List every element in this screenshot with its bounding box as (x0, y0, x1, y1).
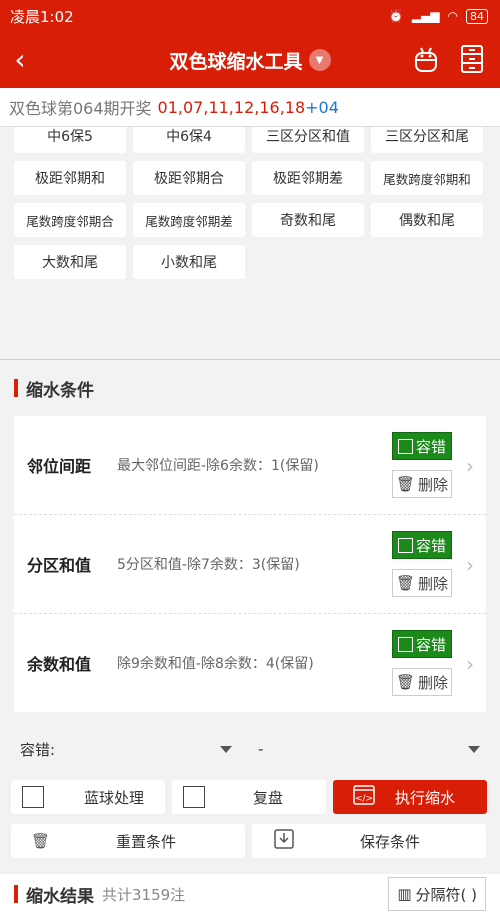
checkbox-icon (22, 786, 44, 808)
condition-desc: 最大邻位间距-除6余数：1(保留) (117, 458, 319, 474)
tolerance-toggle[interactable]: 容错 (392, 432, 452, 460)
condition-desc: 5分区和值-除7余数：3(保留) (117, 557, 300, 573)
filter-grid: 中6保5 中6保4 三区分区和值 三区分区和尾 极距邻期和 极距邻期合 极距邻期… (14, 127, 483, 279)
reset-label: 重置条件 (116, 832, 177, 851)
delete-label: 删除 (418, 574, 449, 593)
status-bar: 凌晨1:02 ⏰ ▂▄▆ ◠ 84 (0, 0, 500, 32)
reset-button[interactable]: 🗑 重置条件 (11, 824, 245, 858)
condition-row[interactable]: 邻位间距 最大邻位间距-除6余数：1(保留) 容错 🗑 删除 › (14, 416, 486, 515)
alarm-icon: ⏰ (388, 9, 404, 23)
filter-chip[interactable]: 中6保4 (133, 127, 245, 153)
filter-grid-area: 中6保5 中6保4 三区分区和值 三区分区和尾 极距邻期和 极距邻期合 极距邻期… (0, 127, 500, 317)
condition-name: 余数和值 (27, 655, 92, 674)
reorder-label: 复盘 (253, 788, 284, 807)
delete-label: 删除 (418, 673, 449, 692)
filter-chip[interactable]: 三区分区和尾 (371, 127, 483, 153)
caret-down-icon (468, 745, 480, 753)
status-icons: ⏰ ▂▄▆ ◠ 84 (388, 8, 488, 24)
result-title: 缩水结果 (26, 886, 94, 907)
delete-button[interactable]: 🗑 删除 (392, 470, 452, 498)
trash-icon: 🗑 (395, 574, 416, 592)
execute-label: 执行缩水 (395, 788, 456, 807)
checkbox-icon (397, 636, 413, 652)
tolerance-row: 容错: - (0, 724, 500, 774)
tolerance-label: 容错 (415, 635, 446, 654)
chevron-right-icon: › (466, 553, 474, 577)
conditions-list: 邻位间距 最大邻位间距-除6余数：1(保留) 容错 🗑 删除 › 分区和值 5分区… (14, 416, 486, 712)
blue-number: 04 (318, 97, 339, 117)
tolerance-select[interactable]: - (258, 740, 480, 758)
blue-ball-button[interactable]: 蓝球处理 (11, 780, 165, 814)
filter-chip[interactable]: 大数和尾 (14, 245, 126, 279)
filter-chip[interactable]: 三区分区和值 (252, 127, 364, 153)
code-icon: </> (353, 785, 375, 809)
filter-chip[interactable]: 极距邻期差 (252, 161, 364, 195)
condition-desc: 除9余数和值-除8余数：4(保留) (117, 656, 314, 672)
save-label: 保存条件 (360, 832, 421, 851)
filter-chip[interactable]: 中6保5 (14, 127, 126, 153)
action-row-2: 🗑 重置条件 保存条件 (11, 824, 489, 858)
signal-icon: ▂▄▆ (411, 9, 440, 23)
lottery-result-bar: 双色球第064期开奖 01,07,11,12,16,18 + 04 (0, 88, 500, 127)
condition-name: 分区和值 (27, 556, 92, 575)
app-bar: ‹ 双色球缩水工具 ▼ (0, 32, 500, 88)
page-title-text: 双色球缩水工具 (169, 50, 303, 73)
filter-chip[interactable]: 尾数跨度邻期合 (14, 203, 126, 237)
tolerance-value: - (258, 740, 264, 758)
action-row-1: 蓝球处理 复盘 </> 执行缩水 (11, 780, 489, 814)
conditions-header: 缩水条件 (0, 360, 500, 416)
condition-row[interactable]: 分区和值 5分区和值-除7余数：3(保留) 容错 🗑 删除 › (14, 515, 486, 614)
filter-chip[interactable]: 尾数跨度邻期差 (133, 203, 245, 237)
tolerance-toggle[interactable]: 容错 (392, 630, 452, 658)
chevron-down-icon[interactable]: ▼ (308, 49, 331, 71)
trash-icon: 🗑 (395, 475, 416, 493)
tolerance-label: 容错 (415, 536, 446, 555)
delete-button[interactable]: 🗑 删除 (392, 569, 452, 597)
checkbox-icon (183, 786, 205, 808)
delete-button[interactable]: 🗑 删除 (392, 668, 452, 696)
filter-chip[interactable]: 奇数和尾 (252, 203, 364, 237)
red-numbers: 01,07,11,12,16,18 (157, 97, 306, 117)
back-icon[interactable]: ‹ (0, 32, 40, 88)
tolerance-label: 容错 (415, 437, 446, 456)
filter-chip[interactable]: 极距邻期和 (14, 161, 126, 195)
section-accent-bar (14, 379, 18, 397)
separator-button[interactable]: ▥ 分隔符( ) (388, 877, 486, 911)
result-count: 共计3159注 (102, 885, 186, 904)
battery-icon: 84 (466, 8, 488, 24)
checkbox-icon (397, 438, 413, 454)
cabinet-icon[interactable] (458, 44, 486, 74)
tolerance-toggle[interactable]: 容错 (392, 531, 452, 559)
condition-name: 邻位间距 (27, 457, 92, 476)
delete-label: 删除 (418, 475, 449, 494)
filter-chip[interactable]: 极距邻期合 (133, 161, 245, 195)
trash-icon: 🗑 (31, 832, 51, 850)
save-button[interactable]: 保存条件 (252, 824, 486, 858)
separator-label: 分隔符( ) (415, 885, 477, 904)
svg-text:</>: </> (355, 794, 373, 804)
checkbox-icon (397, 537, 413, 553)
condition-row[interactable]: 余数和值 除9余数和值-除8余数：4(保留) 容错 🗑 删除 › (14, 614, 486, 712)
lottery-label: 双色球第064期开奖 (9, 99, 152, 118)
caret-down-icon[interactable] (220, 745, 232, 753)
chevron-right-icon: › (466, 652, 474, 676)
android-icon[interactable] (412, 44, 440, 74)
filter-chip[interactable]: 偶数和尾 (371, 203, 483, 237)
save-icon (274, 829, 294, 853)
result-header: 缩水结果 共计3159注 ▥ 分隔符( ) (0, 874, 500, 914)
reorder-button[interactable]: 复盘 (172, 780, 326, 814)
chevron-right-icon: › (466, 454, 474, 478)
filter-chip[interactable]: 尾数跨度邻期和 (371, 161, 483, 195)
execute-button[interactable]: </> 执行缩水 (333, 780, 487, 814)
tolerance-row-label: 容错: (20, 740, 56, 759)
plus-sign: + (305, 97, 319, 117)
status-time: 凌晨1:02 (10, 7, 74, 26)
wifi-icon: ◠ (447, 9, 458, 23)
filter-chip[interactable]: 小数和尾 (133, 245, 245, 279)
blue-ball-label: 蓝球处理 (84, 788, 145, 807)
trash-icon: 🗑 (395, 673, 416, 691)
conditions-title: 缩水条件 (26, 380, 94, 401)
